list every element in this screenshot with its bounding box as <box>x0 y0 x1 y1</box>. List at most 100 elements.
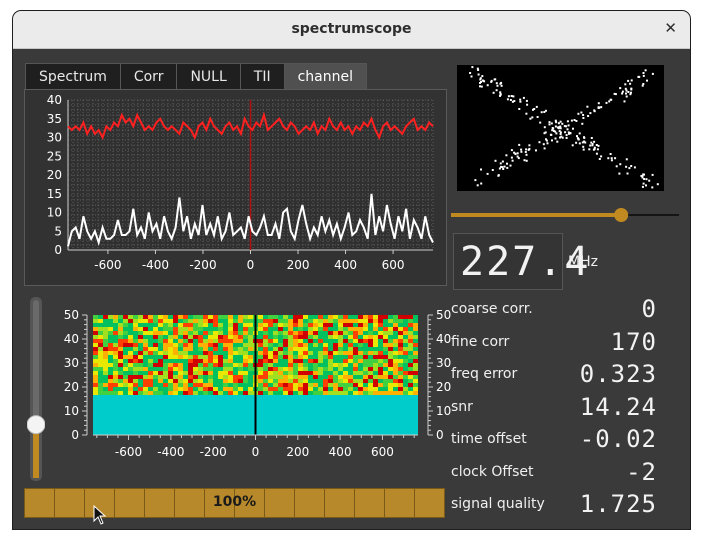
heatmap-cell <box>368 383 373 387</box>
heatmap-cell <box>133 355 138 359</box>
heatmap-cell <box>303 351 308 355</box>
scope-gain-slider[interactable] <box>451 207 679 222</box>
heatmap-cell <box>338 363 343 367</box>
heatmap-cell <box>173 315 178 319</box>
heatmap-cell <box>243 367 248 371</box>
constellation-point <box>535 149 537 152</box>
constellation-point <box>525 153 528 156</box>
heatmap-cell <box>138 347 143 351</box>
constellation-point <box>573 119 576 121</box>
heatmap-cell <box>318 383 323 387</box>
heatmap-cell <box>208 367 213 371</box>
tab-tii[interactable]: TII <box>239 63 285 91</box>
heatmap-cell <box>373 363 378 367</box>
heatmap-cell <box>128 359 133 363</box>
heatmap-cell <box>323 335 328 339</box>
heatmap-cell <box>318 347 323 351</box>
heatmap-cell <box>118 315 123 319</box>
heatmap-cell <box>223 359 228 363</box>
heatmap-cell <box>383 319 388 323</box>
heatmap-cell <box>373 343 378 347</box>
heatmap-cell <box>293 363 298 367</box>
heatmap-cell <box>103 359 108 363</box>
title-bar[interactable]: spectrumscope ✕ <box>13 11 690 49</box>
constellation-point <box>559 133 562 135</box>
heatmap-cell <box>198 359 203 363</box>
heatmap-cell <box>328 323 333 327</box>
heatmap-cell <box>413 379 418 383</box>
y-tick-label-left: 20 <box>64 380 79 394</box>
heatmap-cell <box>263 371 268 375</box>
heatmap-cell <box>353 319 358 323</box>
tab-corr[interactable]: Corr <box>119 63 178 91</box>
constellation-point <box>642 72 645 74</box>
heatmap-cell <box>288 319 293 323</box>
heatmap-cell <box>188 339 193 343</box>
heatmap-cell <box>323 323 328 327</box>
heatmap-cell <box>363 391 368 395</box>
heatmap-cell <box>293 323 298 327</box>
heatmap-cell <box>133 359 138 363</box>
tab-spectrum[interactable]: Spectrum <box>25 63 121 91</box>
heatmap-cell <box>353 343 358 347</box>
heatmap-cell <box>228 347 233 351</box>
heatmap-cell <box>198 331 203 335</box>
heatmap-cell <box>103 315 108 319</box>
heatmap-cell <box>408 363 413 367</box>
heatmap-cell <box>228 323 233 327</box>
constellation-point <box>476 184 479 187</box>
constellation-point <box>576 137 579 140</box>
heatmap-cell <box>273 367 278 371</box>
heatmap-cell <box>193 339 198 343</box>
tab-channel[interactable]: channel <box>283 63 367 91</box>
heatmap-cell <box>368 359 373 363</box>
heatmap-cell <box>163 315 168 319</box>
heatmap-cell <box>108 391 113 395</box>
heatmap-cell <box>288 323 293 327</box>
constellation-point <box>641 185 644 188</box>
heatmap-cell <box>248 387 253 391</box>
heatmap-cell <box>333 379 338 383</box>
tab-null[interactable]: NULL <box>176 63 241 91</box>
heatmap-cell <box>148 371 153 375</box>
constellation-point <box>551 139 553 142</box>
heatmap-cell <box>203 335 208 339</box>
heatmap-cell <box>373 383 378 387</box>
readout-freq-error: freq error 0.323 <box>451 360 657 393</box>
heatmap-cell <box>213 343 218 347</box>
heatmap-cell <box>218 319 223 323</box>
constellation-point <box>519 100 522 103</box>
constellation-point <box>587 115 590 117</box>
heatmap-cell <box>293 331 298 335</box>
close-icon[interactable]: ✕ <box>664 19 677 37</box>
heatmap-cell <box>283 375 288 379</box>
heatmap-cell <box>248 315 253 319</box>
heatmap-cell <box>248 375 253 379</box>
heatmap-cell <box>263 319 268 323</box>
heatmap-cell <box>93 335 98 339</box>
heatmap-cell <box>278 331 283 335</box>
heatmap-cell <box>243 379 248 383</box>
constellation-point <box>642 83 645 85</box>
heatmap-cell <box>218 355 223 359</box>
heatmap-cell <box>413 331 418 335</box>
heatmap-cell <box>163 351 168 355</box>
constellation-point <box>651 186 654 189</box>
y-tick-label-left: 30 <box>64 356 79 370</box>
heatmap-cell <box>348 371 353 375</box>
constellation-point <box>520 148 523 151</box>
heatmap-cell <box>358 327 363 331</box>
heatmap-cell <box>123 323 128 327</box>
heatmap-cell <box>148 391 153 395</box>
heatmap-cell <box>93 323 98 327</box>
heatmap-cell <box>128 391 133 395</box>
heatmap-cell <box>163 339 168 343</box>
heatmap-cell <box>268 351 273 355</box>
heatmap-cell <box>243 391 248 395</box>
heatmap-cell <box>328 375 333 379</box>
heatmap-cell <box>353 367 358 371</box>
heatmap-cell <box>273 323 278 327</box>
heatmap-cell <box>178 371 183 375</box>
heatmap-cell <box>198 347 203 351</box>
heatmap-cell <box>193 359 198 363</box>
